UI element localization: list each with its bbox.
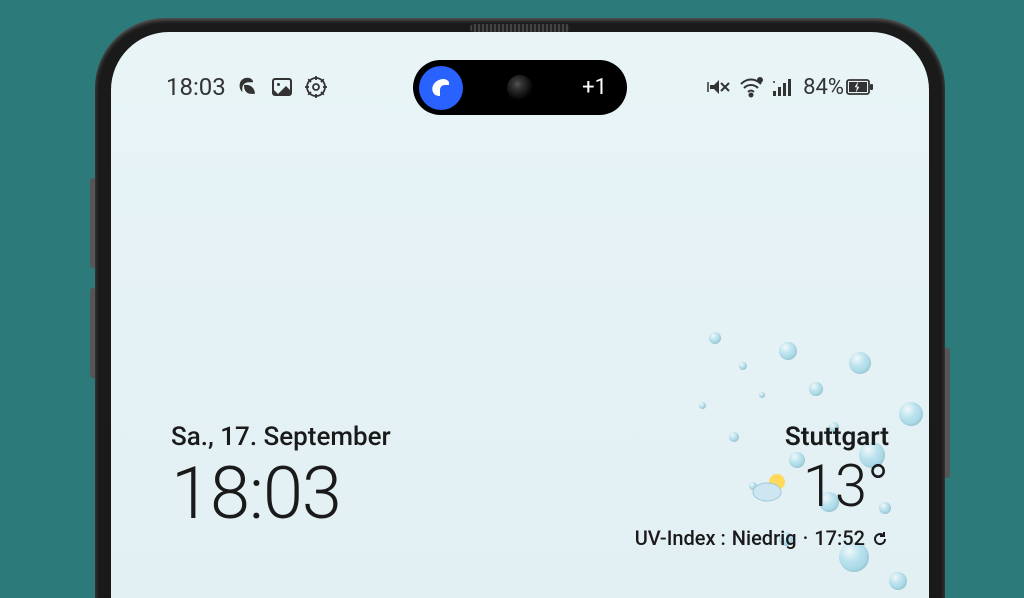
dynamic-island[interactable]: +1 (413, 60, 627, 115)
settings-gear-icon (304, 75, 328, 99)
signal-icon (771, 75, 795, 99)
speaker-grille (470, 24, 570, 32)
gallery-icon (270, 75, 294, 99)
phone-frame: 18:03 (95, 18, 945, 598)
battery-percent-label: 84% (803, 75, 844, 100)
volume-up-button[interactable] (90, 178, 95, 268)
status-time: 18:03 (166, 73, 226, 101)
uv-index-label: UV-Index : (635, 526, 726, 550)
weather-condition-icon (747, 464, 793, 510)
battery-charging-icon (846, 78, 874, 96)
refresh-icon[interactable] (871, 529, 889, 547)
weather-updated-time: 17:52 (814, 526, 865, 550)
homescreen-widgets: Sa., 17. September 18:03 Stuttgart 13° U… (171, 422, 889, 550)
front-camera (507, 75, 533, 101)
weather-city: Stuttgart (785, 422, 889, 452)
wifi-icon (739, 75, 763, 99)
clock-widget[interactable]: Sa., 17. September 18:03 (171, 422, 391, 550)
status-bar-right: 84% (707, 75, 874, 100)
power-button[interactable] (945, 348, 950, 478)
status-bar-left: 18:03 (166, 73, 328, 101)
notch-extra-count: +1 (582, 75, 607, 100)
battery-status: 84% (803, 75, 874, 100)
weather-temperature: 13° (803, 458, 889, 516)
mute-vibrate-icon (707, 75, 731, 99)
notch-app-icon[interactable] (419, 66, 463, 110)
weather-widget[interactable]: Stuttgart 13° UV-Index : Niedrig · 17:52 (635, 422, 889, 550)
phone-screen[interactable]: 18:03 (111, 32, 929, 598)
date-label: Sa., 17. September (171, 422, 391, 452)
volume-down-button[interactable] (90, 288, 95, 378)
uv-index-value: Niedrig (732, 526, 797, 550)
weather-details-row: UV-Index : Niedrig · 17:52 (635, 526, 889, 550)
time-label: 18:03 (171, 458, 391, 530)
app-notification-icon (236, 75, 260, 99)
